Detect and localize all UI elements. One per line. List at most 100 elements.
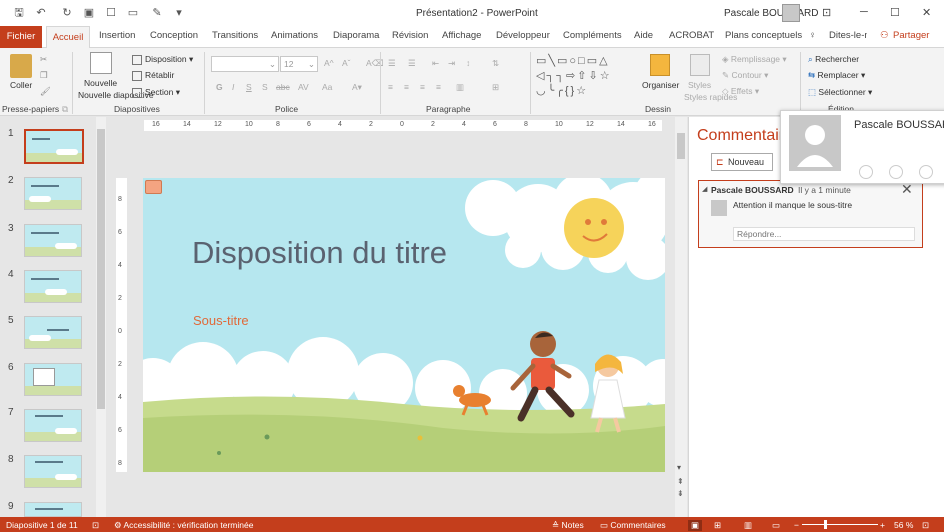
tell-me-search[interactable]: Dites-le-nous: [829, 30, 867, 41]
select-button[interactable]: ⬚ Sélectionner ▾: [808, 87, 872, 98]
tab-complements[interactable]: Compléments: [563, 30, 622, 41]
reset-button[interactable]: Rétablir: [132, 70, 174, 81]
comment-text[interactable]: Attention il manque le sous-titre: [733, 200, 852, 210]
close-icon[interactable]: ✕: [922, 6, 931, 19]
slide-thumbnail[interactable]: [24, 363, 82, 396]
text-direction-icon[interactable]: ⇅: [492, 58, 499, 69]
new-comment-button[interactable]: ⊏ Nouveau: [711, 153, 773, 171]
tab-plans-conceptuels[interactable]: Plans conceptuels: [725, 30, 802, 41]
new-slide-icon[interactable]: [90, 52, 112, 74]
normal-view-icon[interactable]: ▣: [688, 520, 703, 531]
slide-subtitle[interactable]: Sous-titre: [193, 313, 249, 328]
account-name[interactable]: Pascale BOUSSARD: [724, 8, 818, 19]
maximize-icon[interactable]: ☐: [890, 6, 900, 19]
tab-transitions[interactable]: Transitions: [212, 30, 258, 41]
quick-styles-button[interactable]: Styles: [688, 80, 711, 90]
zoom-level[interactable]: 56 %: [894, 520, 913, 530]
shape-fill-button[interactable]: ◈ Remplissage ▾: [722, 54, 787, 65]
call-icon[interactable]: [889, 165, 903, 179]
collapse-icon[interactable]: ◢: [702, 185, 707, 193]
paste-icon[interactable]: [10, 54, 32, 78]
decrease-indent-icon[interactable]: ⇤: [432, 58, 439, 69]
previous-slide-icon[interactable]: ⇞: [677, 477, 684, 486]
italic-icon[interactable]: I: [232, 82, 234, 92]
shape-outline-button[interactable]: ✎ Contour ▾: [722, 70, 768, 81]
spellcheck-icon[interactable]: ⊡: [92, 520, 99, 531]
copy-icon[interactable]: ❐: [40, 70, 48, 81]
ribbon-display-icon[interactable]: ⊡: [822, 6, 831, 19]
comment-marker-icon[interactable]: [145, 180, 162, 194]
tab-diaporama[interactable]: Diaporama: [333, 30, 379, 41]
scrollbar-thumb[interactable]: [97, 129, 105, 409]
font-family-combo[interactable]: ⌄: [211, 56, 279, 72]
shapes-gallery[interactable]: ▭╲▭○□▭△ ◁┐┐⇨⇧⇩☆ ◡╰╭{}☆: [536, 54, 634, 100]
tab-fichier[interactable]: Fichier: [0, 26, 42, 48]
font-size-combo[interactable]: 12 ⌄: [280, 56, 318, 72]
slide-thumbnail[interactable]: [24, 455, 82, 488]
tab-animations[interactable]: Animations: [271, 30, 318, 41]
zoom-in-icon[interactable]: +: [880, 520, 885, 530]
next-slide-icon[interactable]: ⇟: [677, 489, 684, 498]
increase-indent-icon[interactable]: ⇥: [448, 58, 455, 69]
tab-insertion[interactable]: Insertion: [99, 30, 135, 41]
slide-title[interactable]: Disposition du titre: [192, 236, 492, 269]
notes-button[interactable]: ≙ Notes: [552, 520, 584, 531]
comments-button[interactable]: ▭ Commentaires: [600, 520, 666, 531]
scroll-down-icon[interactable]: ▾: [677, 463, 681, 472]
tab-acrobat[interactable]: ACROBAT: [669, 30, 714, 41]
fit-to-window-icon[interactable]: ⊡: [922, 520, 929, 531]
bold-icon[interactable]: G: [216, 82, 223, 92]
tab-affichage[interactable]: Affichage: [442, 30, 481, 41]
spacing-icon[interactable]: AV: [298, 82, 309, 92]
draw-icon[interactable]: ✎: [150, 6, 164, 20]
tab-accueil[interactable]: Accueil: [46, 26, 90, 48]
accessibility-status[interactable]: ⚙ Accessibilité : vérification terminée: [114, 520, 253, 531]
layout-button[interactable]: Disposition ▾: [132, 54, 193, 65]
increase-font-icon[interactable]: A^: [324, 58, 334, 68]
zoom-out-icon[interactable]: −: [794, 520, 799, 530]
redo-icon[interactable]: ↻: [60, 6, 74, 20]
tab-conception[interactable]: Conception: [150, 30, 198, 41]
slide-thumbnail[interactable]: [24, 129, 84, 164]
slide-thumbnail[interactable]: [24, 409, 82, 442]
clipboard-launcher-icon[interactable]: ⧉: [62, 104, 68, 115]
arrange-button[interactable]: Organiser: [642, 80, 679, 90]
scrollbar-thumb[interactable]: [677, 133, 685, 159]
undo-icon[interactable]: ↶: [34, 6, 48, 20]
align-left-icon[interactable]: ≡: [388, 82, 393, 92]
account-avatar[interactable]: [782, 4, 800, 22]
clear-format-icon[interactable]: A⌫: [366, 58, 384, 69]
slide-thumbnail[interactable]: [24, 270, 82, 303]
justify-icon[interactable]: ≡: [436, 82, 441, 92]
replace-button[interactable]: ⇆ Remplacer ▾: [808, 70, 865, 81]
slide-sorter-icon[interactable]: ⊞: [714, 520, 721, 531]
slide-thumbnail[interactable]: [24, 316, 82, 349]
line-spacing-icon[interactable]: ↕: [466, 58, 470, 68]
editor-scrollbar[interactable]: ▾ ⇞ ⇟: [675, 117, 687, 517]
chat-icon[interactable]: [859, 165, 873, 179]
columns-icon[interactable]: ▥: [456, 82, 464, 93]
tab-revision[interactable]: Révision: [392, 30, 428, 41]
format-painter-icon[interactable]: 🖌: [40, 86, 51, 97]
slide-canvas[interactable]: Disposition du titre Sous-titre: [143, 178, 665, 472]
numbering-icon[interactable]: ☰: [408, 58, 416, 69]
slide-thumbnail[interactable]: [24, 502, 82, 517]
align-center-icon[interactable]: ≡: [404, 82, 409, 92]
customize-icon[interactable]: ▭: [126, 6, 140, 20]
reading-view-icon[interactable]: ▥: [744, 520, 752, 531]
section-button[interactable]: Section ▾: [132, 87, 180, 98]
font-color-icon[interactable]: A▾: [352, 82, 362, 93]
reply-input[interactable]: Répondre...: [733, 227, 915, 241]
slideshow-from-start-icon[interactable]: ▣: [82, 6, 96, 20]
minimize-icon[interactable]: ─: [860, 6, 868, 18]
tab-developpeur[interactable]: Développeur: [496, 30, 550, 41]
quick-styles-icon[interactable]: [690, 54, 710, 76]
find-button[interactable]: ⌕ Rechercher: [808, 54, 859, 65]
tab-aide[interactable]: Aide: [634, 30, 653, 41]
shape-effects-button[interactable]: ◇ Effets ▾: [722, 86, 759, 97]
underline-icon[interactable]: S: [246, 82, 252, 92]
slideshow-icon[interactable]: ▭: [772, 520, 780, 531]
slide-thumbnail[interactable]: [24, 177, 82, 210]
slide-thumbnail[interactable]: [24, 224, 82, 257]
comment-thread[interactable]: ◢ Pascale BOUSSARD Il y a 1 minute ✕ Att…: [698, 180, 923, 248]
